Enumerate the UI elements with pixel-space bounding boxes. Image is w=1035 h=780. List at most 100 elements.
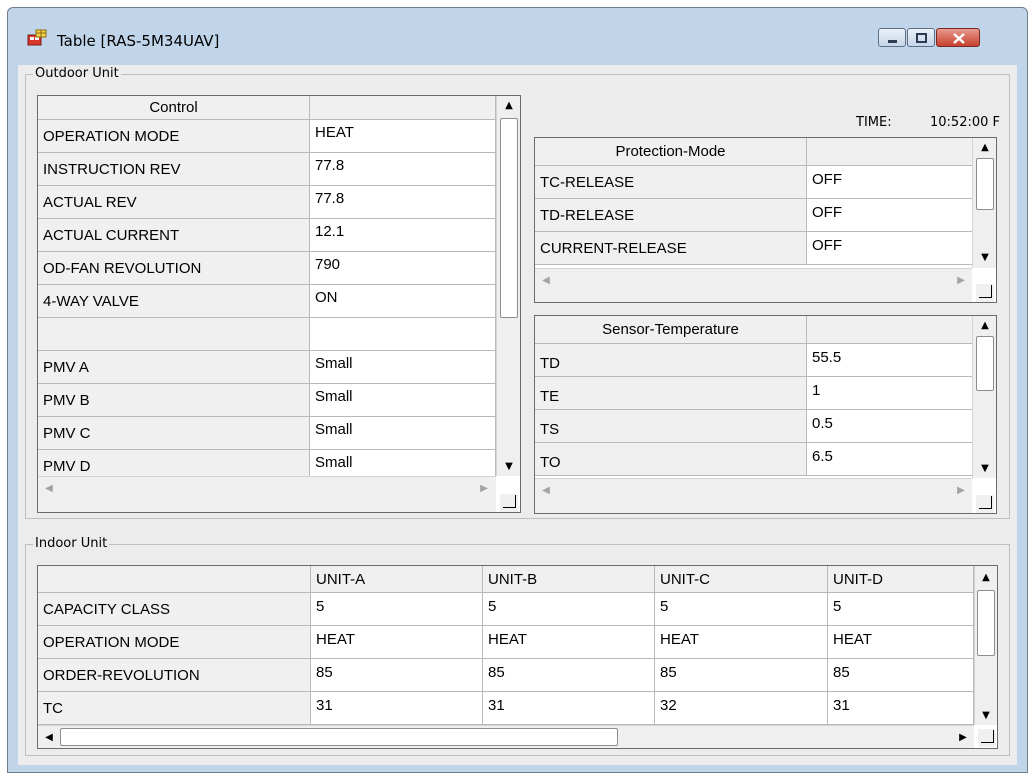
row-value: 55.5 bbox=[807, 344, 988, 377]
scroll-down-button[interactable]: ▼ bbox=[500, 457, 518, 475]
column-header[interactable]: Protection-Mode bbox=[535, 138, 807, 166]
scrollbar-thumb[interactable] bbox=[976, 158, 994, 210]
arrow-up-icon: ▲ bbox=[505, 99, 513, 111]
size-grip bbox=[976, 495, 994, 513]
row-value: 5 bbox=[828, 593, 974, 626]
indoor-unit-grid[interactable]: UNIT-A UNIT-B UNIT-C UNIT-D CAPACITY CLA… bbox=[37, 565, 998, 749]
sensor-temperature-grid[interactable]: Sensor-Temperature TD 55.5 TE 1 TS 0.5 T… bbox=[534, 315, 997, 514]
scrollbar-thumb[interactable] bbox=[60, 728, 618, 746]
column-header[interactable]: UNIT-C bbox=[655, 566, 828, 593]
scroll-down-button[interactable]: ▼ bbox=[976, 248, 994, 266]
row-value: 85 bbox=[311, 659, 483, 692]
row-label: TD bbox=[535, 344, 807, 377]
arrow-right-icon: ▶ bbox=[480, 482, 488, 494]
scroll-left-button[interactable]: ◀ bbox=[40, 479, 58, 497]
horizontal-scrollbar[interactable]: ◀ ▶ bbox=[38, 725, 974, 748]
title-bar[interactable]: Table [RAS-5M34UAV] bbox=[8, 8, 1027, 65]
arrow-left-icon: ◀ bbox=[45, 482, 53, 494]
scroll-right-button[interactable]: ▶ bbox=[952, 481, 970, 499]
row-value: 31 bbox=[311, 692, 483, 725]
column-header[interactable]: Sensor-Temperature bbox=[535, 316, 807, 344]
arrow-right-icon: ▶ bbox=[959, 731, 967, 743]
column-header[interactable] bbox=[807, 138, 988, 166]
scroll-down-button[interactable]: ▼ bbox=[977, 706, 995, 724]
row-value: ON bbox=[310, 285, 496, 318]
row-label: OD-FAN REVOLUTION bbox=[38, 252, 310, 285]
protection-mode-grid[interactable]: Protection-Mode TC-RELEASE OFF TD-RELEAS… bbox=[534, 137, 997, 303]
column-header[interactable]: Control bbox=[38, 96, 310, 120]
table-app-icon bbox=[27, 29, 47, 46]
window-title: Table [RAS-5M34UAV] bbox=[57, 32, 220, 50]
column-header[interactable] bbox=[38, 566, 311, 593]
scroll-left-button[interactable]: ◀ bbox=[537, 481, 555, 499]
arrow-left-icon: ◀ bbox=[45, 731, 53, 743]
row-value: OFF bbox=[807, 199, 988, 232]
column-header[interactable]: UNIT-D bbox=[828, 566, 974, 593]
row-label: CAPACITY CLASS bbox=[38, 593, 311, 626]
horizontal-scrollbar[interactable]: ◀ ▶ bbox=[38, 476, 496, 512]
column-header[interactable]: UNIT-A bbox=[311, 566, 483, 593]
scrollbar-thumb[interactable] bbox=[976, 336, 994, 391]
row-value: Small bbox=[310, 417, 496, 450]
column-header[interactable] bbox=[310, 96, 496, 120]
size-grip bbox=[978, 729, 996, 747]
size-grip bbox=[976, 284, 994, 302]
scrollbar-thumb[interactable] bbox=[977, 590, 995, 656]
scroll-left-button[interactable]: ◀ bbox=[537, 271, 555, 289]
arrow-down-icon: ▼ bbox=[982, 709, 990, 721]
row-label: PMV C bbox=[38, 417, 310, 450]
row-value: 0.5 bbox=[807, 410, 988, 443]
client-area: Outdoor Unit Control OPERATION MODE HEAT… bbox=[18, 65, 1017, 765]
scroll-left-button[interactable]: ◀ bbox=[40, 728, 58, 746]
scroll-up-button[interactable]: ▲ bbox=[500, 96, 518, 114]
row-value: 5 bbox=[311, 593, 483, 626]
vertical-scrollbar[interactable]: ▲ ▼ bbox=[974, 566, 997, 725]
minimize-button[interactable] bbox=[878, 28, 906, 47]
row-value: Small bbox=[310, 384, 496, 417]
column-header[interactable]: UNIT-B bbox=[483, 566, 655, 593]
row-value: 12.1 bbox=[310, 219, 496, 252]
outdoor-unit-label: Outdoor Unit bbox=[33, 66, 121, 81]
arrow-down-icon: ▼ bbox=[981, 251, 989, 263]
row-label: 4-WAY VALVE bbox=[38, 285, 310, 318]
maximize-button[interactable] bbox=[907, 28, 935, 47]
row-label: TC-RELEASE bbox=[535, 166, 807, 199]
arrow-up-icon: ▲ bbox=[981, 141, 989, 153]
row-value: 5 bbox=[655, 593, 828, 626]
control-grid[interactable]: Control OPERATION MODE HEAT INSTRUCTION … bbox=[37, 95, 521, 513]
scroll-up-button[interactable]: ▲ bbox=[976, 316, 994, 334]
row-label: TC bbox=[38, 692, 311, 725]
scroll-up-button[interactable]: ▲ bbox=[976, 138, 994, 156]
horizontal-scrollbar[interactable]: ◀ ▶ bbox=[535, 268, 972, 302]
row-value: 6.5 bbox=[807, 443, 988, 476]
row-value: HEAT bbox=[483, 626, 655, 659]
scroll-up-button[interactable]: ▲ bbox=[977, 568, 995, 586]
time-value: 10:52:00 F bbox=[930, 115, 1000, 130]
row-value: 1 bbox=[807, 377, 988, 410]
row-value: OFF bbox=[807, 166, 988, 199]
row-label: OPERATION MODE bbox=[38, 120, 310, 153]
row-value: HEAT bbox=[310, 120, 496, 153]
row-value: 31 bbox=[483, 692, 655, 725]
row-value: HEAT bbox=[655, 626, 828, 659]
scrollbar-thumb[interactable] bbox=[500, 118, 518, 318]
scroll-right-button[interactable]: ▶ bbox=[952, 271, 970, 289]
row-value: Small bbox=[310, 351, 496, 384]
arrow-down-icon: ▼ bbox=[505, 460, 513, 472]
vertical-scrollbar[interactable]: ▲ ▼ bbox=[496, 96, 520, 476]
arrow-left-icon: ◀ bbox=[542, 484, 550, 496]
row-value: HEAT bbox=[828, 626, 974, 659]
row-value: 85 bbox=[655, 659, 828, 692]
horizontal-scrollbar[interactable]: ◀ ▶ bbox=[535, 478, 972, 513]
row-label: TD-RELEASE bbox=[535, 199, 807, 232]
scroll-right-button[interactable]: ▶ bbox=[475, 479, 493, 497]
column-header[interactable] bbox=[807, 316, 988, 344]
row-label: ACTUAL CURRENT bbox=[38, 219, 310, 252]
scroll-right-button[interactable]: ▶ bbox=[954, 728, 972, 746]
vertical-scrollbar-track[interactable]: ▲ ▼ bbox=[972, 138, 996, 268]
close-button[interactable] bbox=[936, 28, 980, 47]
row-value bbox=[310, 318, 496, 351]
row-value: HEAT bbox=[311, 626, 483, 659]
vertical-scrollbar[interactable]: ▲ ▼ bbox=[972, 316, 996, 478]
scroll-down-button[interactable]: ▼ bbox=[976, 459, 994, 477]
